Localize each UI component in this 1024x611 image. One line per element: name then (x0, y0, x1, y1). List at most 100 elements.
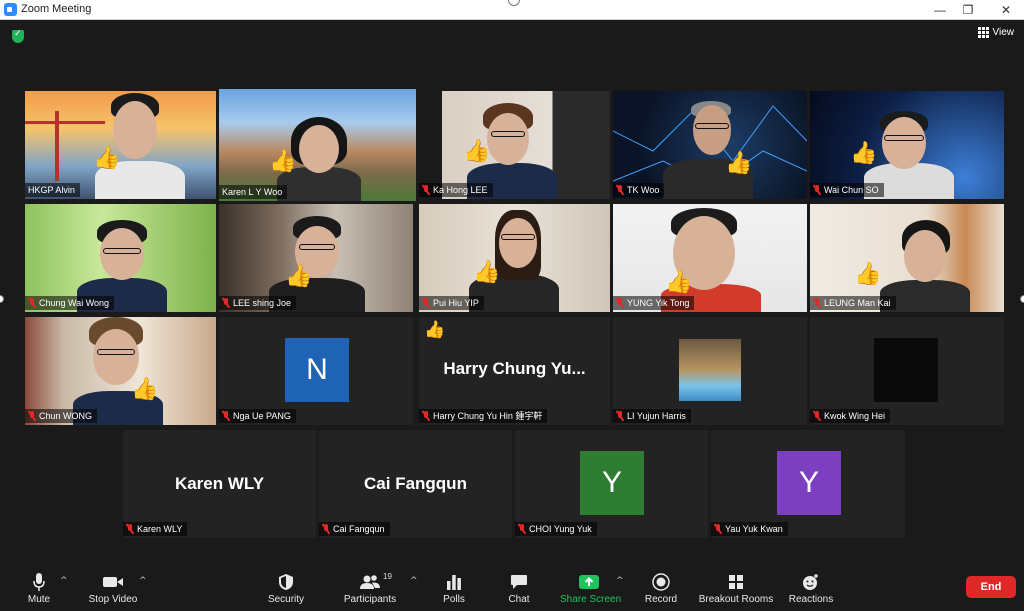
participant-name: LEUNG Man Kai (810, 296, 896, 310)
title-bar: Zoom Meeting — ❐ ✕ (0, 0, 1024, 20)
security-shield-icon (266, 570, 306, 594)
participant-display-name: Cai Fangqun (364, 474, 467, 493)
video-tile[interactable]: Kwok Wing Hei (810, 317, 1004, 425)
profile-picture (874, 338, 938, 402)
close-button[interactable]: ✕ (994, 2, 1018, 18)
participant-name: Cai Fangqun (319, 522, 390, 536)
participant-name: Ka Hong LEE (419, 183, 493, 197)
participant-name: Harry Chung Yu Hin 鍾宇軒 (419, 409, 548, 423)
participant-name: YUNG Yik Tong (613, 296, 695, 310)
video-tile[interactable]: 👍 Wai Chun SO (810, 91, 1004, 199)
participants-options-chevron-icon[interactable]: ^ (410, 576, 418, 586)
right-resize-handle[interactable] (1020, 295, 1024, 303)
meeting-toolbar: Mute ^ Stop Video ^ Security 19 Particip… (0, 566, 1024, 611)
polls-bar-chart-icon (440, 570, 468, 594)
muted-mic-icon (616, 298, 624, 308)
participant-name: Karen L Y Woo (219, 185, 288, 199)
participant-name: Yau Yuk Kwan (711, 522, 788, 536)
participant-name: Wai Chun SO (810, 183, 884, 197)
mute-options-chevron-icon[interactable]: ^ (60, 576, 68, 586)
video-tile[interactable]: 👍 Harry Chung Yu... Harry Chung Yu Hin 鍾… (419, 317, 610, 425)
muted-mic-icon (222, 411, 230, 421)
active-speaker-tile[interactable]: 👍 Karen L Y Woo (219, 89, 416, 201)
participant-name: LEE shing Joe (219, 296, 297, 310)
muted-mic-icon (322, 524, 330, 534)
shield-icon[interactable] (12, 29, 24, 43)
zoom-app-icon (4, 3, 17, 16)
video-tile[interactable]: 👍 LEUNG Man Kai (810, 204, 1004, 312)
video-tile[interactable]: 👍 HKGP Alvin (25, 91, 216, 199)
record-button[interactable]: Record (644, 570, 678, 605)
reactions-button[interactable]: Reactions (788, 570, 834, 605)
profile-picture (679, 339, 741, 401)
minimize-button[interactable]: — (928, 2, 952, 18)
muted-mic-icon (28, 411, 36, 421)
video-tile[interactable]: 👍 LEE shing Joe (219, 204, 413, 312)
video-tile[interactable]: 👍 YUNG Yik Tong (613, 204, 807, 312)
avatar: N (285, 338, 349, 402)
muted-mic-icon (422, 411, 430, 421)
security-button[interactable]: Security (266, 570, 306, 605)
video-tile[interactable]: 👍 TK Woo (613, 91, 807, 199)
video-tile[interactable]: LI Yujun Harris (613, 317, 807, 425)
participants-button[interactable]: 19 Participants (343, 570, 397, 605)
share-screen-button[interactable]: Share Screen (560, 570, 621, 605)
breakout-rooms-button[interactable]: Breakout Rooms (698, 570, 774, 605)
participant-display-name: Karen WLY (174, 474, 265, 493)
video-tile[interactable]: 👍 Chun WONG (25, 317, 216, 425)
stop-video-button[interactable]: Stop Video (86, 570, 140, 605)
muted-mic-icon (813, 298, 821, 308)
participants-icon: 19 (343, 570, 397, 594)
participant-name: HKGP Alvin (25, 183, 80, 197)
end-meeting-button[interactable]: End (966, 576, 1016, 598)
participant-display-name: Harry Chung Yu... (443, 359, 586, 378)
window-title: Zoom Meeting (21, 3, 92, 15)
muted-mic-icon (126, 524, 134, 534)
video-options-chevron-icon[interactable]: ^ (139, 576, 147, 586)
video-tile[interactable]: Y CHOI Yung Yuk (515, 430, 708, 538)
polls-button[interactable]: Polls (440, 570, 468, 605)
chat-button[interactable]: Chat (505, 570, 533, 605)
muted-mic-icon (616, 185, 624, 195)
participant-name: TK Woo (613, 183, 665, 197)
participant-name: Nga Ue PANG (219, 409, 296, 423)
participant-name: Chung Wai Wong (25, 296, 115, 310)
participant-name: Chun WONG (25, 409, 98, 423)
participant-name: Pui Hiu YIP (419, 296, 484, 310)
video-tile[interactable]: Cai Fangqun Cai Fangqun (319, 430, 512, 538)
drag-handle[interactable] (508, 0, 520, 6)
participant-name: LI Yujun Harris (613, 409, 691, 423)
breakout-rooms-grid-icon (698, 570, 774, 594)
restore-button[interactable]: ❐ (956, 2, 980, 18)
muted-mic-icon (813, 185, 821, 195)
muted-mic-icon (714, 524, 722, 534)
chat-bubble-icon (505, 570, 533, 594)
muted-mic-icon (222, 298, 230, 308)
mute-button[interactable]: Mute (22, 570, 56, 605)
avatar: Y (580, 451, 644, 515)
muted-mic-icon (813, 411, 821, 421)
video-tile[interactable]: 👍 Ka Hong LEE (419, 91, 610, 199)
video-tile[interactable]: Chung Wai Wong (25, 204, 216, 312)
video-tile[interactable]: 👍 Pui Hiu YIP (419, 204, 610, 312)
video-tile[interactable]: N Nga Ue PANG (219, 317, 413, 425)
thumbs-up-reaction-icon: 👍 (424, 320, 446, 340)
share-options-chevron-icon[interactable]: ^ (616, 576, 624, 586)
grid-view-icon (977, 27, 989, 38)
muted-mic-icon (518, 524, 526, 534)
video-tile[interactable]: Karen WLY Karen WLY (123, 430, 316, 538)
share-screen-icon (560, 570, 618, 594)
participant-name: Karen WLY (123, 522, 188, 536)
view-button[interactable]: View (977, 27, 1015, 38)
muted-mic-icon (616, 411, 624, 421)
muted-mic-icon (422, 185, 430, 195)
record-icon (644, 570, 678, 594)
video-tile[interactable]: Y Yau Yuk Kwan (711, 430, 905, 538)
participants-count: 19 (383, 572, 392, 581)
muted-mic-icon (28, 298, 36, 308)
video-camera-icon (86, 570, 140, 594)
view-label: View (992, 27, 1015, 38)
microphone-icon (22, 570, 56, 594)
participant-name: Kwok Wing Hei (810, 409, 891, 423)
avatar: Y (777, 451, 841, 515)
